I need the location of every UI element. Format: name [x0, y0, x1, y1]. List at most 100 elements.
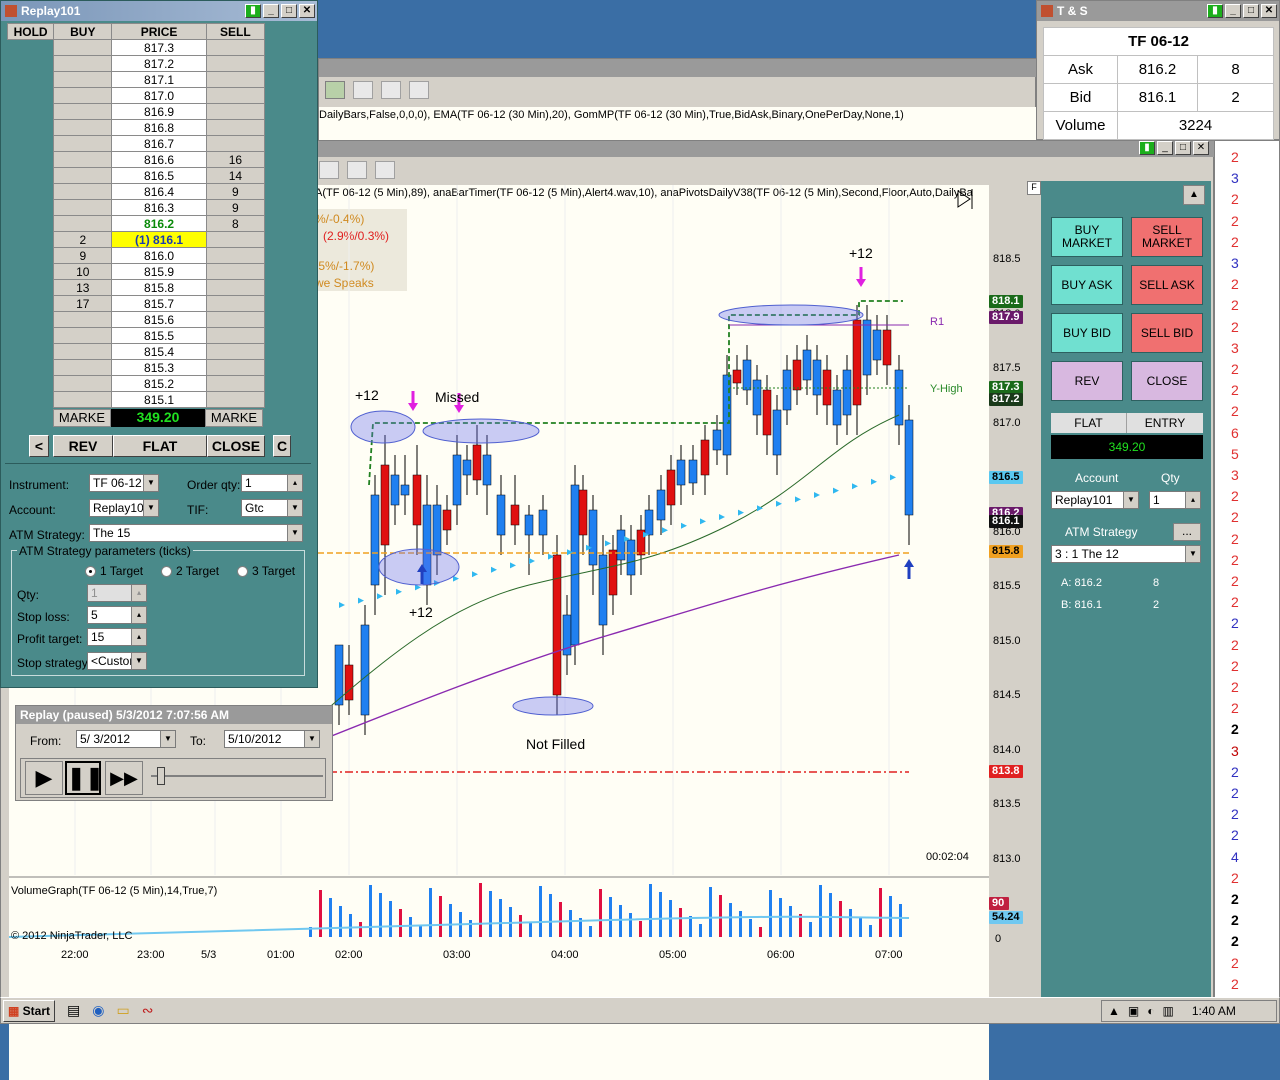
bar-chart-icon[interactable]	[325, 81, 345, 99]
sell-market-button[interactable]: SELL MARKET	[1131, 217, 1203, 257]
link-button[interactable]: ▮	[1207, 4, 1223, 18]
sell-cell[interactable]	[205, 247, 266, 264]
atm-strategy-select[interactable]: 3 : 1 The 12 ▼	[1051, 545, 1201, 563]
sell-cell[interactable]	[205, 55, 266, 72]
atm-edit-button[interactable]: ...	[1173, 523, 1201, 541]
buy-cell[interactable]	[53, 87, 113, 104]
ie-icon[interactable]: ◉	[92, 1002, 104, 1019]
sell-cell[interactable]	[205, 263, 266, 280]
minimize-button[interactable]: _	[1157, 141, 1173, 155]
link-button[interactable]: ▮	[1139, 141, 1155, 155]
buy-cell[interactable]: 9	[53, 247, 113, 264]
buy-cell[interactable]	[53, 327, 113, 344]
link-button[interactable]: ▮	[245, 4, 261, 18]
sell-cell[interactable]: 14	[205, 167, 266, 184]
start-button[interactable]: ▦ Start	[3, 1000, 55, 1022]
sell-cell[interactable]	[205, 375, 266, 392]
center-button[interactable]: C	[273, 435, 291, 457]
tray-arrow-icon[interactable]: ▲	[1108, 1004, 1120, 1018]
folder-icon[interactable]: ▭	[116, 1002, 129, 1019]
buy-ask-button[interactable]: BUY ASK	[1051, 265, 1123, 305]
strategy-icon[interactable]	[409, 81, 429, 99]
chart-30min-titlebar[interactable]	[319, 59, 1037, 77]
volume-icon[interactable]: ◐	[1147, 1004, 1154, 1018]
target1-radio[interactable]: 1 Target	[85, 564, 143, 578]
profit-target-stepper[interactable]: 15 ▴	[87, 628, 147, 646]
replay-speed-slider[interactable]	[157, 767, 165, 785]
play-cursor-icon[interactable]	[956, 187, 976, 211]
maximize-button[interactable]: □	[281, 4, 297, 18]
buy-bid-button[interactable]: BUY BID	[1051, 313, 1123, 353]
sell-cell[interactable]	[205, 279, 266, 296]
minimize-button[interactable]: _	[1225, 4, 1241, 18]
qty-stepper[interactable]: 1 ▴	[1149, 491, 1201, 509]
sell-cell[interactable]	[205, 343, 266, 360]
ninjatrader-icon[interactable]: ∾	[142, 1002, 154, 1019]
close-button[interactable]: ✕	[299, 4, 315, 18]
buy-cell[interactable]	[53, 215, 113, 232]
buy-cell[interactable]: 2	[53, 231, 113, 248]
buy-cell[interactable]	[53, 167, 113, 184]
strategy-icon[interactable]	[375, 161, 395, 179]
scroll-left-button[interactable]: <	[29, 435, 49, 457]
indicator-icon[interactable]	[347, 161, 367, 179]
buy-cell[interactable]	[53, 39, 113, 56]
order-qty-stepper[interactable]: 1 ▴	[241, 474, 303, 492]
buy-cell[interactable]	[53, 183, 113, 200]
sell-cell[interactable]	[205, 39, 266, 56]
sell-cell[interactable]	[205, 135, 266, 152]
sell-cell[interactable]	[205, 119, 266, 136]
sell-cell[interactable]: 8	[205, 215, 266, 232]
buy-cell[interactable]	[53, 375, 113, 392]
close-button[interactable]: CLOSE	[207, 435, 265, 457]
tif-select[interactable]: Gtc ▼	[241, 499, 303, 517]
target3-radio[interactable]: 3 Target	[237, 564, 295, 578]
market-sell-button[interactable]: MARKE	[205, 409, 263, 427]
close-button[interactable]: ✕	[1193, 141, 1209, 155]
minimize-button[interactable]: _	[263, 4, 279, 18]
from-date[interactable]: 5/ 3/2012 ▼	[76, 730, 176, 748]
sell-cell[interactable]	[205, 327, 266, 344]
sell-cell[interactable]	[205, 87, 266, 104]
buy-cell[interactable]	[53, 151, 113, 168]
stop-strategy-select[interactable]: <Custom ▼	[87, 652, 147, 670]
replay-titlebar[interactable]: Replay (paused) 5/3/2012 7:07:56 AM	[16, 706, 332, 724]
instrument-select[interactable]: TF 06-12 ▼	[89, 474, 159, 492]
sell-cell[interactable]	[205, 71, 266, 88]
indicator-icon[interactable]	[381, 81, 401, 99]
atm-strategy-select[interactable]: The 15 ▼	[89, 524, 303, 542]
explorer-icon[interactable]: ▤	[67, 1002, 80, 1019]
buy-cell[interactable]	[53, 119, 113, 136]
ts-titlebar[interactable]: T & S ▮ _ □ ✕	[1037, 1, 1279, 21]
network-icon[interactable]: ▣	[1128, 1004, 1139, 1018]
maximize-button[interactable]: □	[1243, 4, 1259, 18]
power-icon[interactable]: ▥	[1162, 1004, 1173, 1018]
sell-cell[interactable]: 9	[205, 199, 266, 216]
play-icon[interactable]: ▶	[25, 761, 63, 795]
close-position-button[interactable]: CLOSE	[1131, 361, 1203, 401]
buy-cell[interactable]	[53, 103, 113, 120]
target2-radio[interactable]: 2 Target	[161, 564, 219, 578]
market-buy-button[interactable]: MARKE	[53, 409, 111, 427]
close-button[interactable]: ✕	[1261, 4, 1277, 18]
reverse-button[interactable]: REV	[1051, 361, 1123, 401]
buy-cell[interactable]	[53, 55, 113, 72]
account-select[interactable]: Replay101 ▼	[89, 499, 159, 517]
maximize-button[interactable]: □	[1175, 141, 1191, 155]
buy-cell[interactable]	[53, 359, 113, 376]
candle-icon[interactable]	[353, 81, 373, 99]
buy-cell[interactable]: 10	[53, 263, 113, 280]
to-date[interactable]: 5/10/2012 ▼	[224, 730, 320, 748]
buy-cell[interactable]	[53, 343, 113, 360]
sell-ask-button[interactable]: SELL ASK	[1131, 265, 1203, 305]
buy-cell[interactable]: 17	[53, 295, 113, 312]
dom-titlebar[interactable]: Replay101 ▮ _ □ ✕	[1, 1, 317, 21]
pause-icon[interactable]: ❚❚	[65, 761, 104, 795]
buy-cell[interactable]: 13	[53, 279, 113, 296]
sell-cell[interactable]	[205, 231, 266, 248]
buy-cell[interactable]	[53, 199, 113, 216]
sell-bid-button[interactable]: SELL BID	[1131, 313, 1203, 353]
scroll-up-button[interactable]: ▲	[1183, 185, 1205, 205]
sell-cell[interactable]: 9	[205, 183, 266, 200]
candle-icon[interactable]	[319, 161, 339, 179]
